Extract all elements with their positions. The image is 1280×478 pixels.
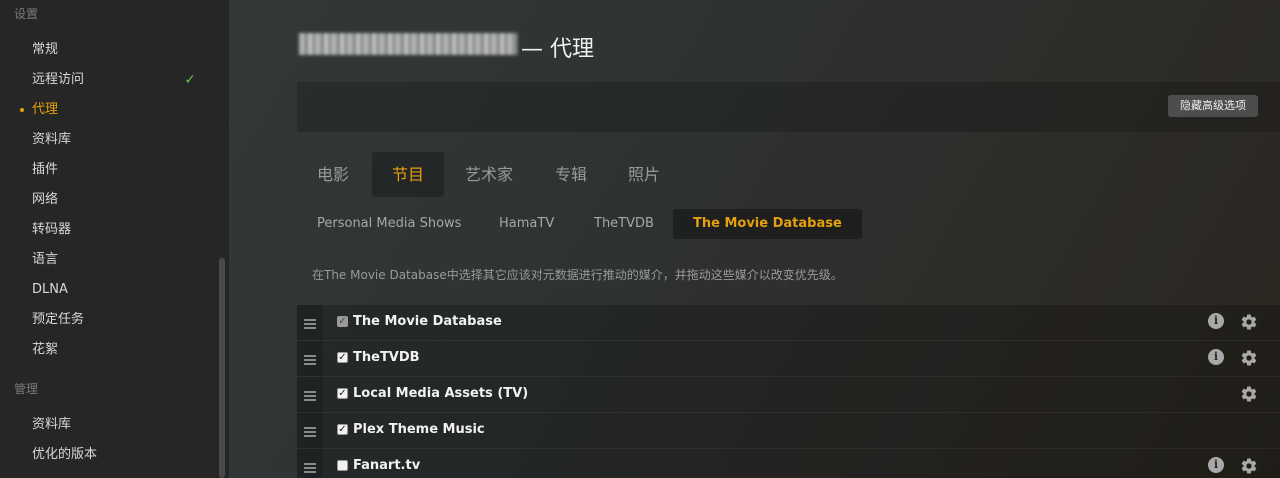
tab-artists[interactable]: 艺术家	[445, 152, 533, 197]
manage-section-heading: 管理	[14, 382, 39, 396]
agent-checkbox[interactable]: ✓	[337, 388, 348, 399]
sidebar-item-optimized-versions[interactable]: 优化的版本	[32, 445, 202, 465]
sidebar-item-library[interactable]: 资料库	[32, 130, 202, 150]
check-icon: ✓	[184, 72, 196, 88]
sidebar: 设置 常规 远程访问 ✓ 代理 资料库 插件 网络 转码器 语言 DLNA 预定任…	[0, 0, 229, 478]
drag-handle-icon[interactable]	[297, 305, 323, 340]
server-name-redacted	[299, 33, 517, 55]
sidebar-item-extras[interactable]: 花絮	[32, 340, 202, 360]
sidebar-item-plugins[interactable]: 插件	[32, 160, 202, 180]
tab-personal-media-shows[interactable]: Personal Media Shows	[297, 209, 481, 239]
sidebar-item-general[interactable]: 常规	[32, 40, 202, 60]
gear-icon[interactable]	[1240, 385, 1258, 403]
sidebar-item-label: 转码器	[32, 222, 72, 237]
sidebar-item-label: 远程访问	[32, 72, 85, 87]
gear-icon[interactable]	[1240, 349, 1258, 367]
sidebar-item-agents[interactable]: 代理	[20, 100, 202, 120]
agent-list: ✓ The Movie Database i ✓ TheTVDB i ✓ Loc…	[297, 305, 1280, 478]
tab-albums[interactable]: 专辑	[535, 152, 607, 197]
agent-name: Local Media Assets (TV)	[353, 386, 529, 401]
tab-photos[interactable]: 照片	[608, 152, 680, 197]
agent-row[interactable]: ✓ TheTVDB i	[297, 341, 1280, 377]
sidebar-scroll-thumb[interactable]	[219, 258, 225, 478]
main-panel: — 代理 隐藏高级选项 电影 节目 艺术家 专辑 照片 Personal Med…	[229, 0, 1280, 478]
drag-handle-icon[interactable]	[297, 377, 323, 412]
agent-name: TheTVDB	[353, 350, 420, 365]
drag-handle-icon[interactable]	[297, 449, 323, 478]
info-icon[interactable]: i	[1208, 313, 1224, 329]
agent-checkbox[interactable]: ✓	[337, 352, 348, 363]
agent-name: Plex Theme Music	[353, 422, 485, 437]
sidebar-item-manage-library[interactable]: 资料库	[32, 415, 202, 435]
agent-row[interactable]: ✓ Local Media Assets (TV)	[297, 377, 1280, 413]
agent-row[interactable]: Fanart.tv i	[297, 449, 1280, 478]
tab-shows[interactable]: 节目	[372, 152, 445, 197]
sidebar-item-label: 优化的版本	[32, 447, 98, 462]
gear-icon[interactable]	[1240, 457, 1258, 475]
tab-movies[interactable]: 电影	[297, 152, 369, 197]
sidebar-item-label: 网络	[32, 192, 59, 207]
page-title: — 代理	[521, 37, 594, 62]
info-icon[interactable]: i	[1208, 349, 1224, 365]
agent-name: Fanart.tv	[353, 458, 421, 473]
agent-name: The Movie Database	[353, 314, 502, 329]
sidebar-item-label: 花絮	[32, 342, 59, 357]
tab-the-movie-database[interactable]: The Movie Database	[673, 209, 862, 239]
sidebar-item-remote-access[interactable]: 远程访问 ✓	[32, 70, 202, 90]
sidebar-item-label: 语言	[32, 252, 59, 267]
sidebar-item-label: 代理	[32, 102, 59, 117]
agent-row[interactable]: ✓ Plex Theme Music	[297, 413, 1280, 449]
tab-hamatv[interactable]: HamaTV	[479, 209, 574, 239]
sidebar-item-scheduled-tasks[interactable]: 预定任务	[32, 310, 202, 330]
info-icon[interactable]: i	[1208, 457, 1224, 473]
drag-handle-icon[interactable]	[297, 341, 323, 376]
tab-thetvdb[interactable]: TheTVDB	[574, 209, 674, 239]
sidebar-item-language[interactable]: 语言	[32, 250, 202, 270]
active-indicator-dot	[20, 108, 24, 112]
gear-icon[interactable]	[1240, 313, 1258, 331]
sidebar-item-dlna[interactable]: DLNA	[32, 280, 202, 300]
hide-advanced-button[interactable]: 隐藏高级选项	[1168, 95, 1258, 117]
sidebar-item-label: 资料库	[32, 417, 72, 432]
advanced-options-bar: 隐藏高级选项	[297, 82, 1280, 132]
sidebar-item-network[interactable]: 网络	[32, 190, 202, 210]
sidebar-item-label: 预定任务	[32, 312, 85, 327]
sidebar-item-label: 资料库	[32, 132, 72, 147]
sidebar-item-label: 插件	[32, 162, 59, 177]
agent-checkbox[interactable]: ✓	[337, 424, 348, 435]
agent-checkbox[interactable]	[337, 460, 348, 471]
agents-description: 在The Movie Database中选择其它应该对元数据进行推动的媒介，并拖…	[312, 268, 843, 282]
drag-handle-icon[interactable]	[297, 413, 323, 448]
agent-checkbox[interactable]: ✓	[337, 316, 348, 327]
sidebar-item-label: 常规	[32, 42, 59, 57]
settings-section-heading: 设置	[14, 7, 39, 21]
sidebar-item-transcoder[interactable]: 转码器	[32, 220, 202, 240]
sidebar-item-label: DLNA	[32, 282, 68, 297]
agent-row[interactable]: ✓ The Movie Database i	[297, 305, 1280, 341]
